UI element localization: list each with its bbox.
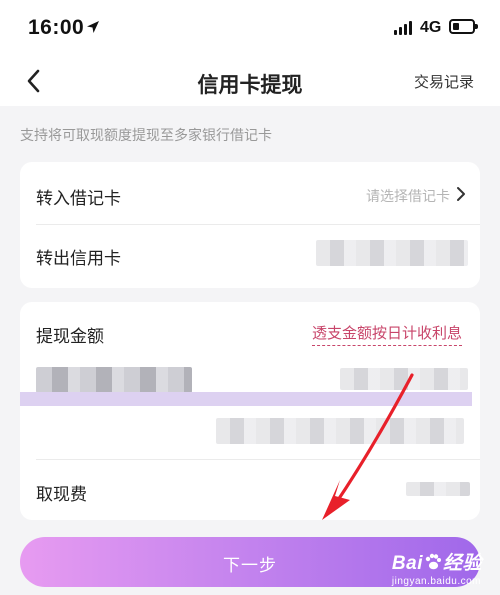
fee-label: 取现费 — [36, 485, 87, 504]
paw-icon — [425, 553, 441, 570]
watermark-url: jingyan.baidu.com — [391, 576, 482, 587]
debit-card-row[interactable]: 转入借记卡 请选择借记卡 — [20, 162, 480, 224]
baidu-watermark: Bai 经验 jingyan.baidu.com — [392, 548, 482, 587]
amount-input-redacted[interactable] — [36, 367, 192, 393]
available-amount-redacted — [340, 368, 468, 390]
status-time: 16:00 — [28, 16, 85, 39]
watermark-brand: Bai 经验 — [391, 553, 482, 574]
amount-label: 提现金额 — [36, 327, 104, 346]
fee-value-redacted — [406, 482, 470, 496]
hint-text: 支持将可取现额度提现至多家银行借记卡 — [20, 127, 272, 143]
interest-info-link[interactable]: 透支金额按日计收利息 — [311, 322, 462, 346]
debit-card-label: 转入借记卡 — [36, 189, 121, 208]
divider — [36, 459, 480, 460]
navigation-bar: 信用卡提现 交易记录 — [0, 58, 500, 106]
battery-icon — [449, 19, 478, 34]
card-selection-panel: 转入借记卡 请选择借记卡 转出信用卡 — [20, 162, 480, 288]
debit-card-placeholder: 请选择借记卡 — [366, 188, 450, 204]
credit-card-label: 转出信用卡 — [36, 249, 121, 268]
limit-info-redacted — [216, 418, 464, 444]
divider — [36, 224, 480, 225]
chevron-right-icon — [457, 187, 465, 201]
network-type: 4G — [420, 19, 442, 36]
credit-card-info-redacted — [316, 240, 468, 266]
status-bar: 16:00 4G — [0, 0, 500, 58]
amount-panel: 提现金额 透支金额按日计收利息 取现费 — [20, 302, 480, 520]
location-arrow-icon — [87, 21, 99, 33]
transaction-records-link[interactable]: 交易记录 — [414, 71, 474, 92]
cellular-signal-icon — [394, 21, 414, 35]
amount-input-underline — [20, 392, 472, 406]
